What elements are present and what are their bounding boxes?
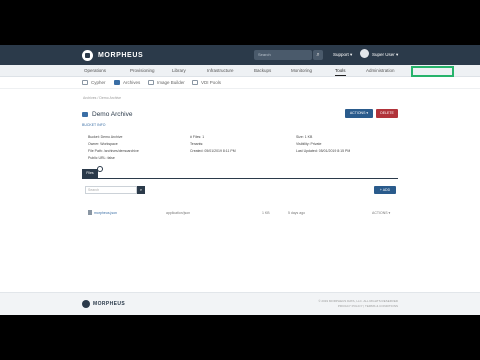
tab-files[interactable]: Files: [82, 169, 98, 178]
subnav-item-image-builder[interactable]: Image Builder: [148, 80, 185, 85]
user-avatar[interactable]: [360, 49, 369, 58]
support-menu[interactable]: Support ▾: [333, 52, 352, 58]
menu-item-monitoring[interactable]: Monitoring: [291, 68, 312, 73]
highlight-frame: [411, 66, 454, 77]
page-header: Demo Archive: [82, 111, 132, 118]
search-icon[interactable]: ⌕: [137, 186, 145, 194]
menu-item-operations[interactable]: Operations: [84, 68, 106, 73]
detail-tenants: Tenants:: [190, 142, 204, 146]
menu-item-tools[interactable]: Tools: [335, 68, 346, 76]
tabs-divider: [82, 178, 398, 179]
app-screen: MORPHEUS Search ⌕ Support ▾ Super User ▾…: [0, 45, 480, 315]
search-icon[interactable]: ⌕: [313, 50, 323, 60]
menu-item-library[interactable]: Library: [172, 68, 186, 73]
subnav-label: Image Builder: [157, 80, 185, 85]
subnav-label: Archives: [123, 80, 141, 85]
subnav-item-archives[interactable]: Archives: [114, 80, 140, 85]
brand-name: MORPHEUS: [98, 51, 144, 59]
detail-files: # Files: 1: [190, 135, 205, 139]
delete-button[interactable]: DELETE: [376, 109, 398, 118]
footer-logo: MORPHEUS: [82, 300, 125, 308]
tools-subnav: Cypher Archives Image Builder VDI Pools: [0, 77, 480, 89]
archive-icon: [114, 80, 120, 85]
actions-button[interactable]: ACTIONS ▾: [345, 109, 373, 118]
archive-icon: [82, 112, 88, 117]
file-size: 1 KB: [262, 211, 270, 215]
detail-visibility: Visibility: Private: [296, 142, 322, 146]
subnav-item-vdi-pools[interactable]: VDI Pools: [192, 80, 221, 85]
main-menu: Operations Provisioning Library Infrastr…: [0, 65, 480, 77]
detail-public-url: Public URL: false: [88, 156, 115, 160]
detail-owner: Owner: Workspace: [88, 142, 118, 146]
top-navbar: MORPHEUS Search ⌕ Support ▾ Super User ▾: [0, 45, 480, 65]
table-row[interactable]: morpheus.json application/json 1 KB 5 da…: [82, 208, 398, 218]
menu-item-administration[interactable]: Administration: [366, 68, 395, 73]
breadcrumb[interactable]: Archives / Demo Archive: [83, 96, 121, 100]
detail-created: Created: 05/01/2019 8:11 PM: [190, 149, 236, 153]
file-name[interactable]: morpheus.json: [94, 211, 117, 215]
file-search-input[interactable]: Search: [85, 186, 137, 194]
detail-filepath: File Path: /archives/demoarchive: [88, 149, 139, 153]
morpheus-logo-icon: [82, 300, 90, 308]
menu-item-infrastructure[interactable]: Infrastructure: [207, 68, 234, 73]
detail-bucket: Bucket: Demo Archive: [88, 135, 123, 139]
footer-legal: © 2019 MORPHEUS DATA, LLC. ALL RIGHTS RE…: [318, 299, 398, 309]
morpheus-logo-icon: [82, 49, 93, 61]
user-menu[interactable]: Super User ▾: [372, 52, 398, 58]
page-title: Demo Archive: [92, 111, 133, 118]
subnav-label: VDI Pools: [201, 80, 222, 85]
image-icon: [148, 80, 154, 85]
brand-logo[interactable]: MORPHEUS: [82, 49, 144, 61]
bucket-info-label: BUCKET INFO: [82, 123, 106, 127]
detail-last-updated: Last Updated: 05/01/2019 8:15 PM: [296, 149, 351, 153]
add-file-button[interactable]: + ADD: [374, 186, 396, 194]
tab-indicator: [97, 166, 103, 172]
footer-links[interactable]: PRIVACY POLICY | TERMS & CONDITIONS: [318, 304, 398, 309]
menu-item-provisioning[interactable]: Provisioning: [130, 68, 155, 73]
footer: MORPHEUS © 2019 MORPHEUS DATA, LLC. ALL …: [0, 292, 480, 315]
global-search-input[interactable]: Search: [254, 50, 312, 60]
file-type: application/json: [166, 211, 191, 215]
bucket-info-link[interactable]: BUCKET INFO: [82, 123, 105, 127]
file-icon: [88, 210, 92, 215]
detail-size: Size: 1 KB: [296, 135, 313, 139]
key-icon: [82, 80, 88, 85]
subnav-label: Cypher: [91, 80, 106, 85]
row-actions-button[interactable]: ACTIONS ▾: [372, 211, 390, 215]
subnav-item-cypher[interactable]: Cypher: [82, 80, 106, 85]
menu-item-backups[interactable]: Backups: [254, 68, 271, 73]
desktop-icon: [192, 80, 198, 85]
footer-brand: MORPHEUS: [93, 301, 126, 307]
file-date: 5 days ago: [288, 211, 306, 215]
